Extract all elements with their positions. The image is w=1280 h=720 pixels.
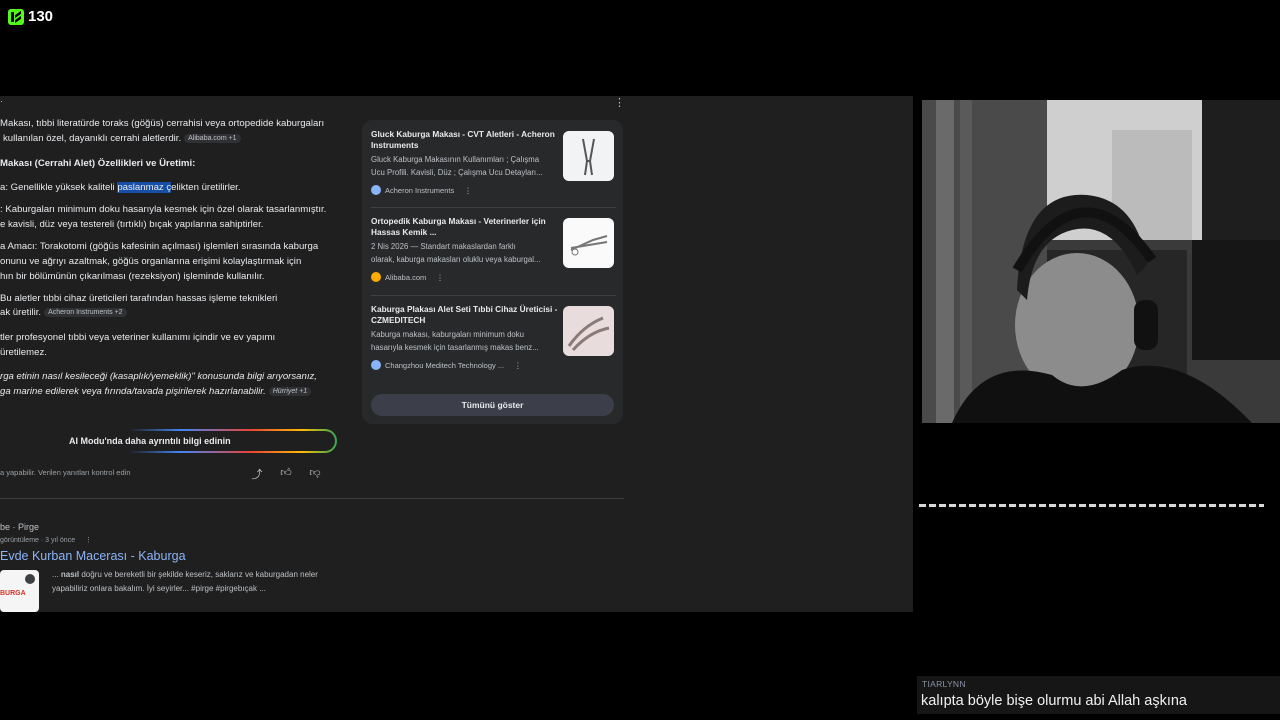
more-options-icon[interactable]: ⋮: [614, 96, 625, 109]
source-title[interactable]: Ortopedik Kaburga Makası - Veterinerler …: [371, 216, 559, 238]
collapse-icon[interactable]: ·: [0, 96, 3, 106]
webcam-feed: [922, 100, 1280, 423]
favicon-icon: [371, 185, 381, 195]
ai-mode-button-label: AI Modu'nda daha ayrıntılı bilgi edinin: [69, 436, 231, 446]
chat-text: kalıpta böyle bişe olurmu abi Allah aşkı…: [921, 693, 1187, 709]
ai-line: e kavisli, düz veya testereli (tırtıklı)…: [0, 219, 264, 230]
browser-capture: ⋮ · Makası, tıbbi literatürde toraks (gö…: [0, 96, 913, 612]
thumbs-down-icon[interactable]: 👎︎: [308, 466, 322, 480]
source-title[interactable]: Gluck Kaburga Makası - CVT Aletleri - Ac…: [371, 129, 559, 151]
play-icon: [25, 574, 35, 584]
ai-line: a Amacı: Torakotomi (göğüs kafesinin açı…: [0, 241, 319, 252]
source-chip[interactable]: Alibaba.com +1: [184, 133, 241, 143]
chat-message: TIARLYNN kalıpta böyle bişe olurmu abi A…: [917, 676, 1280, 714]
source-desc: Kaburga makası, kaburgaları minimum doku: [371, 330, 524, 339]
viewer-counter: 130: [8, 8, 53, 25]
ai-line: Bu aletler tıbbi cihaz üreticileri taraf…: [0, 293, 278, 304]
video-meta: görüntüleme · 3 yıl önce ⋮: [0, 537, 93, 544]
source-thumbnail: [563, 218, 614, 268]
ai-line: a: Genellikle yüksek kaliteli paslanmaz …: [0, 182, 241, 193]
kick-logo-icon: [8, 8, 24, 25]
divider: [371, 207, 616, 208]
source-desc: 2 Nis 2026 — Standart makaslardan farklı: [371, 242, 516, 251]
source-title[interactable]: Kaburga Plakası Alet Seti Tıbbi Cihaz Ür…: [371, 304, 559, 326]
ai-section-heading: Makası (Cerrahi Alet) Özellikleri ve Üre…: [0, 158, 196, 169]
share-icon[interactable]: ⤴: [250, 466, 264, 481]
divider-line: [919, 504, 1264, 507]
source-card[interactable]: Kaburga Plakası Alet Seti Tıbbi Cihaz Ür…: [371, 304, 616, 374]
ai-line: ga marine edilerek veya fırında/tavada p…: [0, 386, 312, 397]
show-all-button[interactable]: Tümünü göster: [371, 394, 614, 416]
ai-line: onunu ve ağrıyı azaltmak, göğüs organlar…: [0, 256, 302, 267]
more-options-icon[interactable]: ⋮: [514, 361, 522, 370]
ai-line: : Kaburgaları minimum doku hasarıyla kes…: [0, 204, 327, 215]
source-thumbnail: [563, 306, 614, 356]
favicon-icon: [371, 360, 381, 370]
sources-panel: Gluck Kaburga Makası - CVT Aletleri - Ac…: [362, 120, 623, 424]
divider: [371, 295, 616, 296]
video-title-link[interactable]: Evde Kurban Macerası - Kaburga: [0, 549, 186, 563]
source-desc: olarak, kaburga makasları oluklu veya ka…: [371, 255, 541, 264]
more-options-icon[interactable]: ⋮: [436, 273, 444, 282]
source-site: Acheron Instruments ⋮: [371, 185, 472, 195]
source-card[interactable]: Ortopedik Kaburga Makası - Veterinerler …: [371, 216, 616, 286]
divider: [0, 498, 624, 499]
ai-disclaimer: a yapabilir. Verilen yanıtları kontrol e…: [0, 468, 131, 477]
source-desc: Ucu Profili. Kavisli, Düz ; Çalışma Ucu …: [371, 168, 543, 177]
ai-line: ak üretilir. Acheron Instruments +2: [0, 307, 127, 318]
text-selection: paslanmaz ç: [117, 182, 172, 193]
ai-line: tler profesyonel tıbbi veya veteriner ku…: [0, 332, 276, 343]
source-chip[interactable]: Acheron Instruments +2: [44, 307, 127, 317]
ai-line: rga etinin nasıl kesileceği (kasaplık/ye…: [0, 371, 317, 382]
source-card[interactable]: Gluck Kaburga Makası - CVT Aletleri - Ac…: [371, 129, 616, 199]
video-snippet: ... nasıl doğru ve bereketli bir şekilde…: [52, 570, 318, 579]
video-source: be · Pirge: [0, 522, 40, 532]
source-site: Alibaba.com ⋮: [371, 272, 444, 282]
source-chip[interactable]: Hürriyet +1: [268, 386, 312, 396]
source-desc: hasarıyla kesmek için tasarlanmış makas …: [371, 343, 539, 352]
chat-username: TIARLYNN: [922, 679, 966, 689]
favicon-icon: [371, 272, 381, 282]
video-thumbnail[interactable]: BURGA: [0, 570, 39, 612]
more-options-icon[interactable]: ⋮: [85, 537, 92, 544]
source-site: Changzhou Meditech Technology ... ⋮: [371, 360, 522, 370]
ai-line: Makası, tıbbi literatürde toraks (göğüs)…: [0, 118, 325, 129]
ai-line: kullanılan özel, dayanıklı cerrahi aletl…: [3, 133, 241, 144]
source-desc: Gluck Kaburga Makasının Kullanımları ; Ç…: [371, 155, 540, 164]
viewer-count: 130: [28, 8, 54, 25]
thumbnail-text: BURGA: [0, 590, 26, 597]
thumbs-up-icon[interactable]: 👍︎: [279, 466, 293, 480]
video-snippet: yapabiliriz onlara bakalım. İyi seyirler…: [52, 584, 266, 593]
ai-line: üretilemez.: [0, 347, 47, 358]
ai-mode-button[interactable]: AI Modu'nda daha ayrıntılı bilgi edinin: [0, 429, 337, 453]
ai-line: hın bir bölümünün çıkarılması (rezeksiyo…: [0, 271, 265, 282]
more-options-icon[interactable]: ⋮: [464, 186, 472, 195]
source-thumbnail: [563, 131, 614, 181]
